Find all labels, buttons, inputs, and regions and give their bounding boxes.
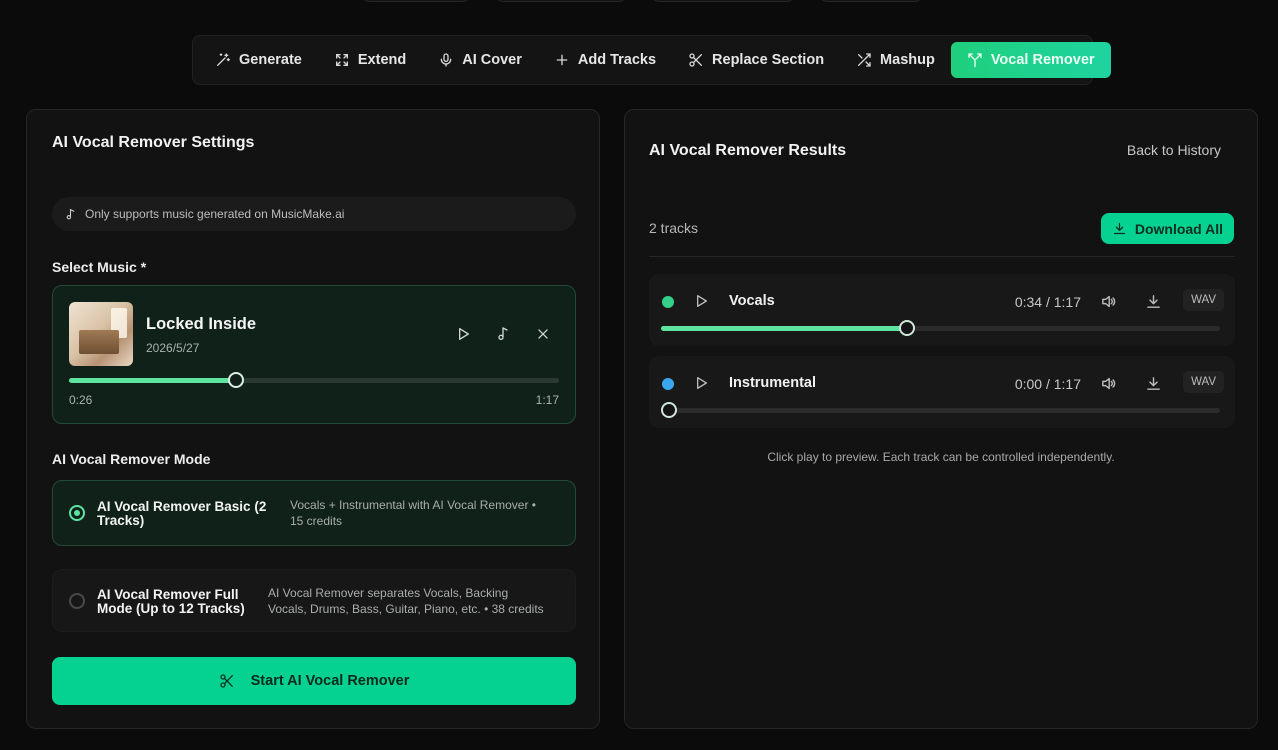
- download-icon[interactable]: [1145, 375, 1162, 392]
- tab-generate[interactable]: Generate: [199, 42, 318, 78]
- divider: [649, 256, 1235, 257]
- mode-name: AI Vocal Remover Full Mode (Up to 12 Tra…: [97, 587, 245, 616]
- song-title: Locked Inside: [146, 315, 257, 333]
- tab-vocal-remover[interactable]: Vocal Remover: [950, 42, 1111, 78]
- download-all-label: Download All: [1134, 220, 1223, 237]
- shuffle-icon: [858, 53, 871, 67]
- track-progress-handle[interactable]: [661, 402, 677, 418]
- mode-description: Vocals + Instrumental with AI Vocal Remo…: [290, 498, 536, 528]
- preview-hint: Click play to preview. Each track can be…: [767, 450, 1115, 464]
- tab-mashup[interactable]: Mashup: [840, 42, 951, 78]
- track-color-dot: [662, 296, 674, 308]
- track-row-vocals: Vocals 0:34 / 1:17 WAV: [649, 274, 1235, 346]
- tab-add-tracks[interactable]: Add Tracks: [538, 42, 672, 78]
- select-music-label: Select Music *: [52, 259, 147, 275]
- top-pill: [360, 0, 472, 2]
- track-name: Instrumental: [729, 375, 817, 391]
- track-time: 0:34 / 1:17: [1014, 294, 1081, 310]
- mode-name: AI Vocal Remover Basic (2 Tracks): [97, 499, 267, 528]
- track-progress-fill: [661, 326, 907, 331]
- settings-title: AI Vocal Remover Settings: [52, 134, 255, 151]
- tool-tabs: Generate Extend AI Cover Add Tracks Repl…: [192, 35, 1111, 85]
- download-icon: [1113, 222, 1125, 235]
- plus-icon: [556, 54, 568, 66]
- mode-label: AI Vocal Remover Mode: [52, 451, 211, 467]
- tab-label: Mashup: [880, 52, 935, 68]
- tab-label: Replace Section: [712, 52, 825, 68]
- scissors-icon: [219, 674, 233, 688]
- play-icon: [459, 328, 469, 340]
- track-progress-handle[interactable]: [898, 320, 915, 336]
- back-to-history-link[interactable]: Back to History: [1127, 142, 1221, 158]
- track-row-instrumental: Instrumental 0:00 / 1:17 WAV: [649, 356, 1235, 428]
- track-progress-slider[interactable]: [661, 402, 1220, 418]
- microphone-icon: [440, 53, 452, 67]
- split-icon: [968, 53, 982, 68]
- play-icon[interactable]: [693, 293, 709, 309]
- notice-banner: Only supports music generated on MusicMa…: [52, 197, 576, 231]
- tab-extend[interactable]: Extend: [318, 42, 422, 78]
- song-progress-fill: [69, 378, 236, 383]
- tab-replace-section[interactable]: Replace Section: [672, 42, 840, 78]
- music-note-button[interactable]: [493, 324, 513, 344]
- mode-radio[interactable]: [69, 593, 85, 609]
- format-button[interactable]: WAV: [1183, 371, 1224, 393]
- results-title: AI Vocal Remover Results: [649, 142, 847, 159]
- mode-option-basic[interactable]: AI Vocal Remover Basic (2 Tracks) Vocals…: [52, 480, 576, 546]
- close-icon: [538, 329, 548, 339]
- mode-radio[interactable]: [69, 505, 85, 521]
- start-vocal-remover-button[interactable]: Start AI Vocal Remover: [52, 657, 576, 705]
- format-button[interactable]: WAV: [1183, 289, 1224, 311]
- volume-icon[interactable]: [1100, 375, 1117, 392]
- song-progress-handle[interactable]: [227, 372, 244, 388]
- selected-music-card: Locked Inside 2026/5/27 0:26 1:17: [52, 285, 576, 424]
- tab-label: Extend: [357, 52, 407, 68]
- song-progress-slider[interactable]: [69, 372, 559, 388]
- play-button[interactable]: [453, 324, 473, 344]
- tab-label: AI Cover: [462, 52, 522, 68]
- song-current-time: 0:26: [69, 393, 93, 407]
- download-all-button[interactable]: Download All: [1100, 213, 1234, 244]
- song-duration: 1:17: [535, 393, 559, 407]
- scissors-icon: [689, 53, 703, 67]
- track-progress-slider[interactable]: [661, 320, 1220, 336]
- mode-description: AI Vocal Remover separates Vocals, Backi…: [268, 586, 544, 616]
- wand-icon: [217, 53, 230, 66]
- play-icon[interactable]: [693, 375, 709, 391]
- tab-label: Vocal Remover: [990, 52, 1095, 68]
- settings-panel: AI Vocal Remover Settings Only supports …: [26, 109, 600, 729]
- notice-text: Only supports music generated on MusicMa…: [85, 207, 345, 221]
- top-pill: [494, 0, 628, 2]
- album-cover: [69, 302, 133, 366]
- track-color-dot: [662, 378, 674, 390]
- expand-icon: [335, 54, 348, 66]
- volume-icon[interactable]: [1100, 293, 1117, 310]
- start-label: Start AI Vocal Remover: [250, 673, 410, 689]
- results-panel: AI Vocal Remover Results Back to History…: [624, 109, 1258, 729]
- tracks-count: 2 tracks: [649, 220, 699, 236]
- tab-label: Generate: [239, 52, 302, 68]
- remove-music-button[interactable]: [533, 324, 553, 344]
- download-icon[interactable]: [1145, 293, 1162, 310]
- tab-label: Add Tracks: [577, 52, 657, 68]
- song-date: 2026/5/27: [146, 341, 200, 355]
- top-pill: [818, 0, 924, 2]
- track-time: 0:00 / 1:17: [1014, 376, 1081, 392]
- music-note-icon: [66, 208, 75, 219]
- mode-option-full[interactable]: AI Vocal Remover Full Mode (Up to 12 Tra…: [52, 569, 576, 632]
- track-name: Vocals: [729, 293, 775, 309]
- tab-ai-cover[interactable]: AI Cover: [422, 42, 538, 78]
- top-pill: [650, 0, 796, 2]
- music-note-icon: [498, 327, 508, 340]
